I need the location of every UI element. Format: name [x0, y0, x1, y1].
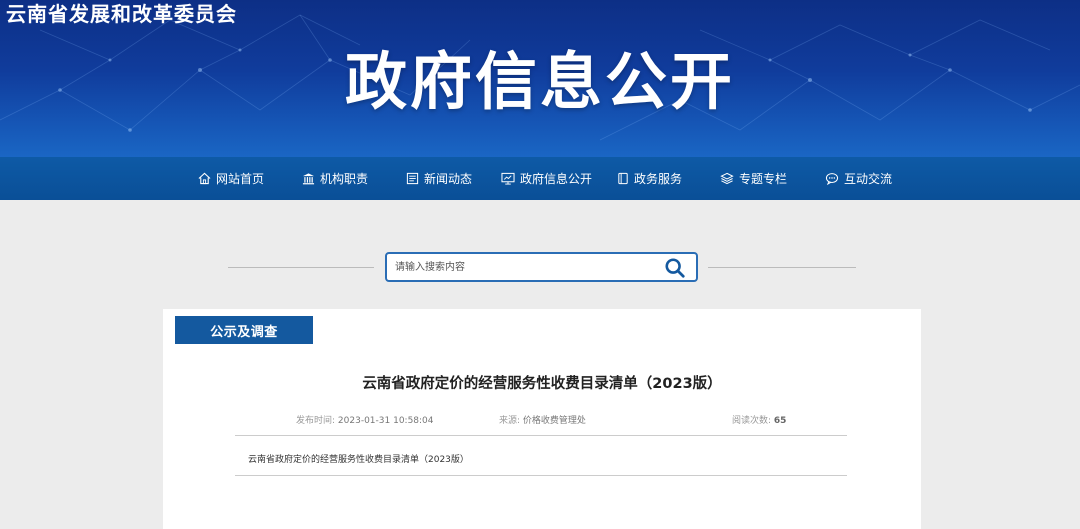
article-title: 云南省政府定价的经营服务性收费目录清单（2023版） [362, 376, 722, 392]
main-nav: 网站首页 机构职责 新闻动态 政府信息公开 政务服务 专题专栏 互动交流 [0, 157, 1080, 200]
source-value: 价格收费管理处 [522, 416, 586, 426]
search-divider-left [228, 267, 374, 268]
nav-label: 专题专栏 [739, 172, 788, 186]
banner-title: 政府信息公开 [344, 45, 735, 118]
attachment-link[interactable]: 云南省政府定价的经营服务性收费目录清单（2023版） [248, 452, 469, 465]
search-box [385, 252, 698, 282]
search-input[interactable] [395, 258, 655, 276]
section-tab[interactable]: 公示及调查 [175, 316, 313, 344]
nav-item-service[interactable]: 政务服务 [617, 157, 682, 200]
news-icon [406, 172, 419, 185]
nav-item-topics[interactable]: 专题专栏 [720, 157, 787, 200]
view-count: 阅读次数: 65 [732, 413, 786, 426]
source: 来源: 价格收费管理处 [499, 413, 586, 426]
nav-item-news[interactable]: 新闻动态 [406, 157, 472, 200]
divider-top [235, 435, 847, 436]
institution-icon [302, 173, 315, 185]
nav-label: 新闻动态 [424, 172, 473, 186]
service-icon [618, 172, 628, 185]
layers-icon [720, 172, 734, 185]
nav-label: 互动交流 [844, 172, 893, 186]
content-panel: 公示及调查 云南省政府定价的经营服务性收费目录清单（2023版） 发布时间: 2… [163, 309, 921, 529]
header-banner: 云南省发展和改革委员会 政府信息公开 [0, 0, 1080, 157]
publish-time-label: 发布时间: [296, 416, 336, 426]
nav-label: 机构职责 [320, 172, 369, 186]
nav-item-info-disclosure[interactable]: 政府信息公开 [501, 157, 592, 200]
nav-label: 政务服务 [634, 172, 683, 186]
publish-time-value: 2023-01-31 10:58:04 [337, 416, 434, 426]
nav-item-home[interactable]: 网站首页 [198, 157, 264, 200]
chat-icon [825, 173, 839, 185]
home-icon [198, 172, 211, 185]
view-count-label: 阅读次数: [732, 416, 772, 426]
info-disclosure-icon [501, 172, 515, 185]
nav-label: 政府信息公开 [520, 172, 593, 186]
view-count-value: 65 [773, 416, 787, 426]
site-name[interactable]: 云南省发展和改革委员会 [6, 0, 237, 28]
source-label: 来源: [499, 416, 521, 426]
search-divider-right [708, 267, 856, 268]
nav-item-institution[interactable]: 机构职责 [302, 157, 368, 200]
nav-item-interaction[interactable]: 互动交流 [825, 157, 892, 200]
nav-label: 网站首页 [216, 172, 265, 186]
divider-bottom [235, 475, 847, 476]
search-icon[interactable] [664, 257, 686, 279]
publish-time: 发布时间: 2023-01-31 10:58:04 [296, 413, 434, 426]
